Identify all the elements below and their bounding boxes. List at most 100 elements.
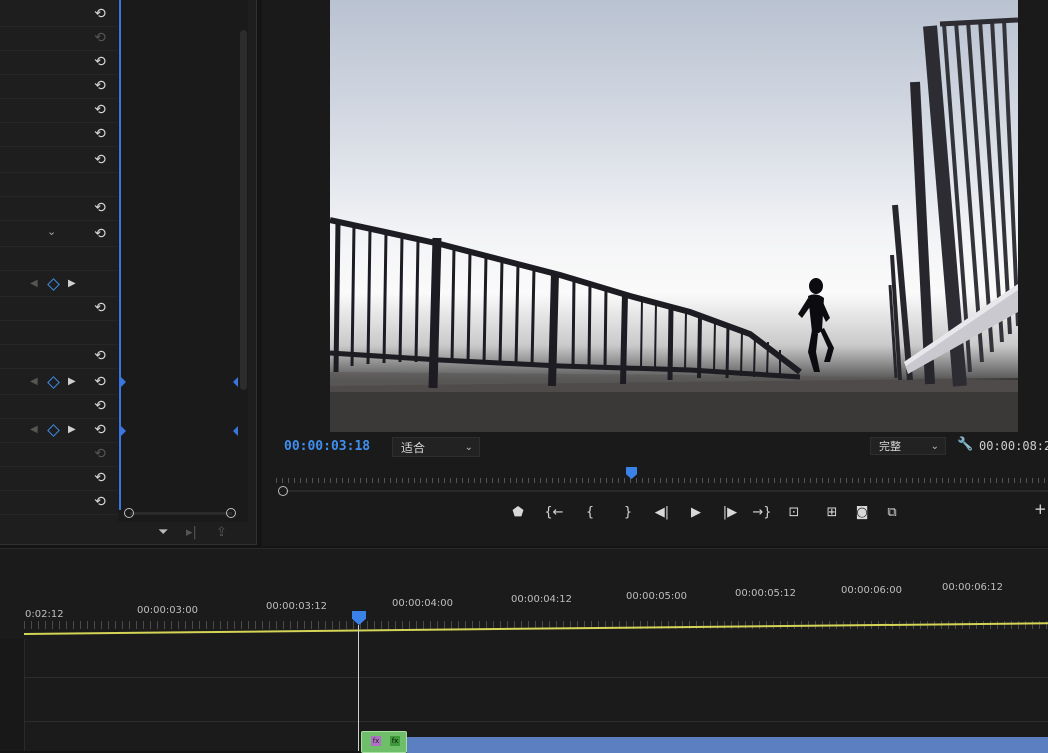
effect-property-row: ⟲ bbox=[0, 2, 118, 27]
reset-icon[interactable]: ⟲ bbox=[92, 200, 108, 216]
effect-property-row: ⟲ bbox=[0, 74, 118, 99]
timeline-panel: 0:02:12 00:00:03:00 00:00:03:12 00:00:04… bbox=[0, 548, 1048, 753]
play-button[interactable]: ▶ bbox=[684, 503, 708, 523]
mark-out-button[interactable]: } bbox=[616, 503, 640, 523]
reset-icon[interactable]: ⟲ bbox=[92, 398, 108, 414]
reset-icon[interactable]: ⟲ bbox=[92, 348, 108, 364]
effect-property-row: ⟲ bbox=[0, 490, 118, 515]
keyframe-marker[interactable] bbox=[233, 377, 238, 387]
effect-section-divider bbox=[0, 320, 118, 345]
playback-resolution-select[interactable]: 完整 ⌄ bbox=[870, 437, 946, 455]
triangle-right-icon[interactable]: ▶ bbox=[68, 374, 76, 390]
reset-icon[interactable]: ⟲ bbox=[92, 126, 108, 142]
zoom-level-select[interactable]: 适合 ⌄ bbox=[392, 437, 480, 457]
transport-controls: ⬟ {← { } ◀| ▶ |▶ →} ⊡ ⊞ ◙ ⧉ bbox=[502, 500, 902, 526]
keyframe-marker[interactable] bbox=[121, 377, 126, 387]
step-back-button[interactable]: ◀| bbox=[650, 503, 674, 523]
effect-property-row: ⟲ bbox=[0, 148, 118, 173]
left-railing-posts bbox=[333, 221, 781, 389]
ruler-timecode: 00:00:04:00 bbox=[392, 598, 454, 609]
effect-controls-scrollbar[interactable] bbox=[240, 30, 247, 390]
track-header-edge bbox=[0, 639, 25, 751]
export-frame-button[interactable]: ◙ bbox=[850, 503, 874, 523]
monitor-time-ruler[interactable] bbox=[276, 467, 1048, 483]
ruler-timecode: 00:00:06:12 bbox=[942, 582, 1004, 593]
step-forward-button[interactable]: |▶ bbox=[718, 503, 742, 523]
fx-badge: fx bbox=[371, 736, 381, 746]
button-editor-add-icon[interactable]: + bbox=[1034, 500, 1047, 518]
zoom-handle-right[interactable] bbox=[226, 508, 236, 518]
effect-property-row: ⌄ ⟲ bbox=[0, 222, 118, 247]
right-railing bbox=[888, 17, 1018, 387]
ruler-timecode: 00:00:03:00 bbox=[137, 605, 199, 616]
reset-icon[interactable]: ⟲ bbox=[92, 470, 108, 486]
effect-property-row: ⟲ bbox=[0, 296, 118, 321]
wrench-icon[interactable]: 🔧 bbox=[957, 437, 973, 452]
diamond-icon[interactable] bbox=[47, 278, 60, 291]
keyframe-navigator: ◀ ▶ bbox=[30, 374, 82, 390]
video-scene bbox=[330, 17, 1018, 432]
effect-controls-toolbar: ⏷ ▸| ⇪ bbox=[150, 522, 250, 544]
program-monitor: 00:00:03:18 适合 ⌄ 完整 ⌄ 🔧 00:00:08:21 ⬟ {←… bbox=[262, 0, 1048, 546]
reset-icon[interactable]: ⟲ bbox=[92, 30, 108, 46]
keyframe-marker[interactable] bbox=[233, 426, 238, 436]
effect-property-row: ⟲ bbox=[0, 98, 118, 123]
reset-icon[interactable]: ⟲ bbox=[92, 102, 108, 118]
reset-icon[interactable]: ⟲ bbox=[92, 152, 108, 168]
effect-property-row: ⟲ bbox=[0, 344, 118, 369]
effect-property-row: ⟲ bbox=[0, 442, 118, 467]
reset-icon[interactable]: ⟲ bbox=[92, 446, 108, 462]
keyframe-marker[interactable] bbox=[121, 426, 126, 436]
playback-resolution-value: 完整 bbox=[879, 440, 901, 453]
effect-section-divider bbox=[0, 246, 118, 271]
timeline-playhead-line[interactable] bbox=[358, 625, 359, 751]
effect-property-row: ⟲ bbox=[0, 50, 118, 75]
reset-icon[interactable]: ⟲ bbox=[92, 300, 108, 316]
diamond-icon[interactable] bbox=[47, 424, 60, 437]
timeline-clip[interactable] bbox=[407, 737, 1048, 753]
go-to-out-button[interactable]: →} bbox=[750, 503, 774, 523]
triangle-right-icon[interactable]: ▶ bbox=[68, 276, 76, 292]
effect-controls-zoom-bar[interactable] bbox=[124, 507, 238, 519]
chevron-down-icon[interactable]: ⌄ bbox=[47, 225, 56, 238]
reset-icon[interactable]: ⟲ bbox=[92, 494, 108, 510]
monitor-zoom-scrollbar[interactable] bbox=[278, 486, 1048, 496]
effect-property-row: ⟲ bbox=[0, 26, 118, 51]
runner-silhouette bbox=[798, 278, 834, 372]
reset-icon[interactable]: ⟲ bbox=[92, 374, 108, 390]
add-marker-button[interactable]: ⬟ bbox=[506, 503, 530, 523]
triangle-right-icon[interactable]: ▶ bbox=[68, 422, 76, 438]
zoom-track[interactable] bbox=[130, 512, 232, 515]
ruler-timecode: 00:00:05:00 bbox=[626, 591, 688, 602]
ruler-timecode: 00:00:06:00 bbox=[841, 585, 903, 596]
insert-button[interactable]: ⊡ bbox=[782, 503, 806, 523]
scroll-track[interactable] bbox=[286, 490, 1048, 492]
filter-icon[interactable]: ⏷ bbox=[158, 525, 168, 540]
scroll-handle[interactable] bbox=[278, 486, 288, 496]
effect-keyframe-row: ◀ ▶ ⟲ bbox=[0, 418, 118, 443]
zoom-level-value: 适合 bbox=[401, 441, 426, 455]
zoom-handle-left[interactable] bbox=[124, 508, 134, 518]
triangle-left-icon[interactable]: ◀ bbox=[30, 422, 38, 438]
video-preview[interactable] bbox=[330, 0, 1018, 432]
reset-icon[interactable]: ⟲ bbox=[92, 54, 108, 70]
mark-in-button[interactable]: { bbox=[578, 503, 602, 523]
reset-icon[interactable]: ⟲ bbox=[92, 6, 108, 22]
reset-icon[interactable]: ⟲ bbox=[92, 422, 108, 438]
effect-property-row: ⟲ bbox=[0, 394, 118, 419]
reset-icon[interactable]: ⟲ bbox=[92, 78, 108, 94]
go-to-in-button[interactable]: {← bbox=[542, 503, 566, 523]
export-icon[interactable]: ⇪ bbox=[216, 525, 227, 540]
fx-badge: fx bbox=[390, 736, 400, 746]
compare-view-button[interactable]: ⧉ bbox=[880, 503, 904, 523]
effect-controls-timeline[interactable] bbox=[118, 0, 248, 522]
triangle-left-icon[interactable]: ◀ bbox=[30, 374, 38, 390]
current-timecode[interactable]: 00:00:03:18 bbox=[284, 439, 370, 454]
triangle-left-icon[interactable]: ◀ bbox=[30, 276, 38, 292]
diamond-icon[interactable] bbox=[47, 376, 60, 389]
reset-icon[interactable]: ⟲ bbox=[92, 226, 108, 242]
keyframe-navigator: ◀ ▶ bbox=[30, 276, 82, 292]
ruler-timecode: 0:02:12 bbox=[25, 609, 64, 620]
overwrite-button[interactable]: ⊞ bbox=[820, 503, 844, 523]
play-audio-icon[interactable]: ▸| bbox=[186, 525, 197, 540]
